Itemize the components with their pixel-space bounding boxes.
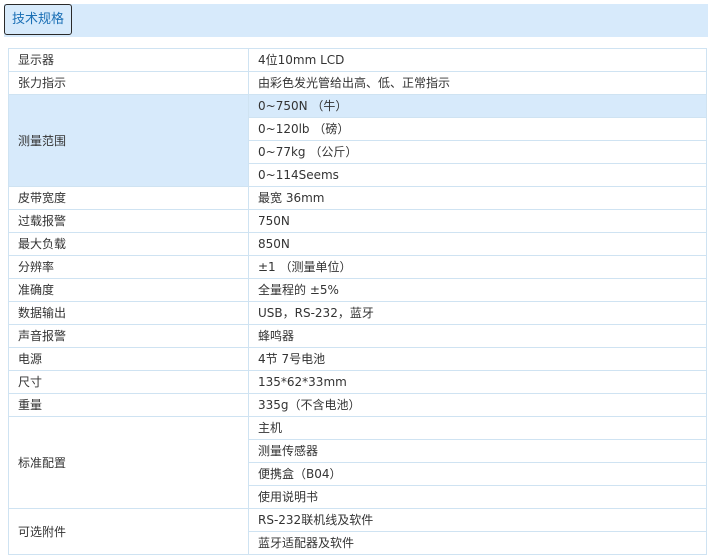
spec-label: 张力指示 <box>8 71 249 95</box>
table-row: 可选附件 RS-232联机线及软件 <box>8 508 707 555</box>
spec-value: ±1 （测量单位） <box>248 255 707 279</box>
spec-value: 蜂鸣器 <box>248 324 707 348</box>
spec-label: 电源 <box>8 347 249 371</box>
spec-value: 750N <box>248 209 707 233</box>
spec-label: 准确度 <box>8 278 249 302</box>
spec-value: 0~114Seems <box>248 163 707 187</box>
spec-value: 4节 7号电池 <box>248 347 707 371</box>
spec-value: 蓝牙适配器及软件 <box>248 531 707 555</box>
table-row: 最大负载 850N <box>8 232 707 256</box>
spec-label: 标准配置 <box>8 416 249 509</box>
table-row: 皮带宽度 最宽 36mm <box>8 186 707 210</box>
table-row: 电源 4节 7号电池 <box>8 347 707 371</box>
spec-value: RS-232联机线及软件 <box>248 508 707 532</box>
spec-value: 全量程的 ±5% <box>248 278 707 302</box>
table-row: 过载报警 750N <box>8 209 707 233</box>
spec-value: 便携盒（B04） <box>248 462 707 486</box>
spec-value: 4位10mm LCD <box>248 48 707 72</box>
table-row: 标准配置 主机 <box>8 416 707 509</box>
spec-value: 135*62*33mm <box>248 370 707 394</box>
table-row: 显示器 4位10mm LCD <box>8 48 707 72</box>
spec-value: 使用说明书 <box>248 485 707 509</box>
spec-label: 显示器 <box>8 48 249 72</box>
spec-label: 可选附件 <box>8 508 249 555</box>
specs-table: 显示器 4位10mm LCD 张力指示 由彩色发光管给出高、低、正常指示 测量范… <box>8 48 707 555</box>
table-row: 声音报警 蜂鸣器 <box>8 324 707 348</box>
spec-label: 分辨率 <box>8 255 249 279</box>
spec-label: 数据输出 <box>8 301 249 325</box>
spec-label: 声音报警 <box>8 324 249 348</box>
spec-value: 850N <box>248 232 707 256</box>
spec-value: 测量传感器 <box>248 439 707 463</box>
spec-label: 最大负载 <box>8 232 249 256</box>
spec-value: 335g（不含电池） <box>248 393 707 417</box>
spec-label: 过载报警 <box>8 209 249 233</box>
table-row: 张力指示 由彩色发光管给出高、低、正常指示 <box>8 71 707 95</box>
table-row: 分辨率 ±1 （测量单位） <box>8 255 707 279</box>
spec-value: 由彩色发光管给出高、低、正常指示 <box>248 71 707 95</box>
spec-label: 尺寸 <box>8 370 249 394</box>
spec-label: 皮带宽度 <box>8 186 249 210</box>
spec-value: 最宽 36mm <box>248 186 707 210</box>
spec-label: 测量范围 <box>8 94 249 187</box>
section-header-bar: 技术规格 <box>4 4 708 37</box>
spec-label: 重量 <box>8 393 249 417</box>
spec-value: 0~77kg （公斤） <box>248 140 707 164</box>
spec-value: 0~750N （牛） <box>248 94 707 118</box>
table-row: 数据输出 USB，RS-232，蓝牙 <box>8 301 707 325</box>
table-row: 尺寸 135*62*33mm <box>8 370 707 394</box>
spec-value: 主机 <box>248 416 707 440</box>
table-row: 重量 335g（不含电池） <box>8 393 707 417</box>
tab-tech-specs[interactable]: 技术规格 <box>4 4 72 35</box>
spec-value: USB，RS-232，蓝牙 <box>248 301 707 325</box>
table-row: 测量范围 0~750N （牛） <box>8 94 707 187</box>
table-row: 准确度 全量程的 ±5% <box>8 278 707 302</box>
spec-value: 0~120lb （磅） <box>248 117 707 141</box>
